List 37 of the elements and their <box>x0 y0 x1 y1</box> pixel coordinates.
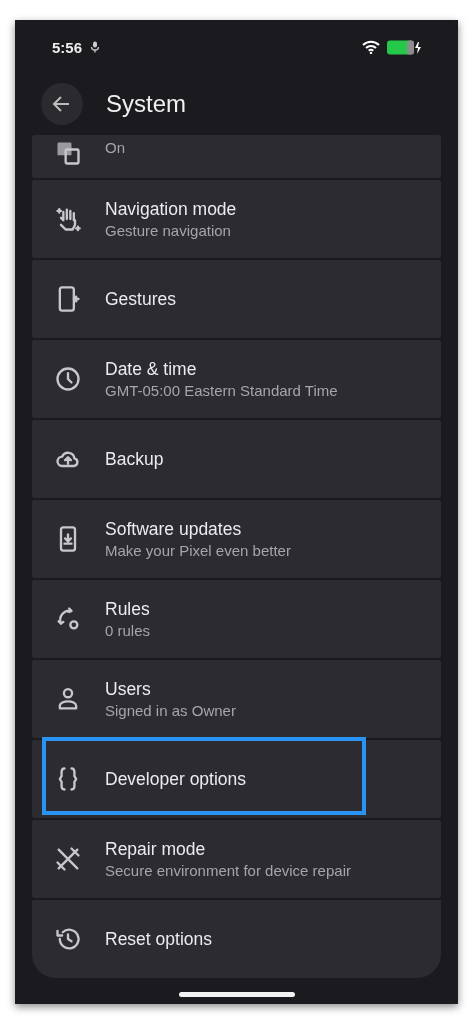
wifi-icon <box>362 40 380 54</box>
item-title: Navigation mode <box>105 199 237 220</box>
item-subtitle: Secure environment for device repair <box>105 862 351 879</box>
item-subtitle: Gesture navigation <box>105 222 232 239</box>
item-title: Reset options <box>105 928 212 950</box>
settings-item[interactable]: Developer options <box>32 740 441 818</box>
hand-gesture-icon <box>54 205 82 233</box>
settings-item[interactable]: Backup <box>32 420 441 498</box>
settings-item[interactable]: Gestures <box>32 260 441 338</box>
status-time: 5:56 <box>52 38 83 56</box>
back-button[interactable] <box>41 83 83 125</box>
item-title: Developer options <box>105 768 247 790</box>
item-subtitle: On <box>105 139 125 156</box>
item-subtitle: GMT-05:00 Eastern Standard Time <box>105 382 338 399</box>
item-title: Date & time <box>105 359 198 380</box>
item-title: Backup <box>105 448 164 470</box>
settings-item[interactable]: On <box>32 135 441 178</box>
settings-item[interactable]: Date & time GMT-05:00 Eastern Standard Time <box>32 340 441 418</box>
settings-item[interactable]: Users Signed in as Owner <box>32 660 441 738</box>
clock-icon <box>54 365 82 393</box>
settings-item[interactable]: Software updates Make your Pixel even better <box>32 500 441 578</box>
item-title: Gestures <box>105 288 176 310</box>
back-arrow-icon <box>52 94 72 114</box>
item-subtitle: 0 rules <box>105 622 151 639</box>
item-title: Software updates <box>105 519 243 540</box>
settings-item[interactable]: Repair mode Secure environment for device repair <box>32 820 441 898</box>
item-title: Users <box>105 679 152 700</box>
microphone-icon <box>90 41 101 53</box>
item-title: Rules <box>105 599 151 620</box>
page-title: System <box>106 90 186 118</box>
battery-charging-icon <box>387 39 422 55</box>
settings-item[interactable]: Rules 0 rules <box>32 580 441 658</box>
settings-item[interactable]: Reset options <box>32 900 441 978</box>
item-subtitle: Make your Pixel even better <box>105 542 291 559</box>
item-subtitle: Signed in as Owner <box>105 702 236 719</box>
settings-item[interactable]: Navigation mode Gesture navigation <box>32 180 441 258</box>
item-title: Repair mode <box>105 839 207 860</box>
